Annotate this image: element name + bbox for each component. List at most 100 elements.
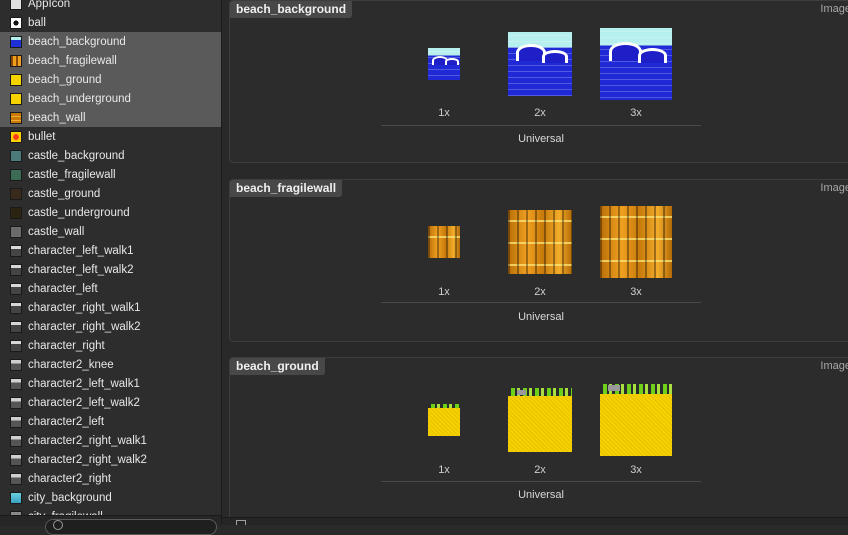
sidebar-item-label: castle_ground: [28, 187, 101, 200]
sidebar-item[interactable]: character2_right_walk1: [0, 431, 221, 450]
wave-icon: [445, 58, 459, 65]
castle-underground-thumbnail: [10, 206, 22, 219]
beach-background-thumbnail: [10, 35, 22, 48]
sidebar-item[interactable]: character2_left_walk1: [0, 374, 221, 393]
sidebar-item[interactable]: character_right_walk1: [0, 298, 221, 317]
sidebar-item-label: beach_fragilewall: [28, 54, 117, 67]
divider: [381, 481, 701, 482]
ball-thumbnail: [10, 16, 22, 29]
sidebar-item[interactable]: character_left_walk2: [0, 260, 221, 279]
character2-thumbnail: [10, 358, 22, 371]
wave-icon: [638, 48, 667, 63]
sidebar-item-label: character_left: [28, 282, 98, 295]
image-set-type: Image: [820, 360, 848, 372]
image-slot-3x[interactable]: [600, 28, 672, 100]
image-slot-3x[interactable]: [600, 384, 672, 456]
grid-icon[interactable]: [236, 520, 246, 525]
castle-ground-thumbnail: [10, 187, 22, 200]
sidebar-item[interactable]: character_right_walk2: [0, 317, 221, 336]
sidebar-item[interactable]: castle_background: [0, 146, 221, 165]
sidebar-item[interactable]: castle_underground: [0, 203, 221, 222]
sidebar-item[interactable]: character2_left_walk2: [0, 393, 221, 412]
sidebar-item-label: castle_fragilewall: [28, 168, 116, 181]
sidebar-item[interactable]: beach_wall: [0, 108, 221, 127]
sidebar-item[interactable]: character2_right_walk2: [0, 450, 221, 469]
bullet-thumbnail: [10, 130, 22, 143]
character-thumbnail: [10, 244, 22, 257]
sidebar-item[interactable]: character2_left: [0, 412, 221, 431]
sidebar-item-label: character2_left_walk1: [28, 377, 140, 390]
character2-thumbnail: [10, 434, 22, 447]
asset-detail-pane: beach_background Image 1x 2x 3x Universa…: [222, 0, 848, 525]
sidebar-item-label: beach_underground: [28, 92, 131, 105]
filter-field[interactable]: [45, 519, 217, 535]
sidebar-item-label: castle_underground: [28, 206, 130, 219]
character2-thumbnail: [10, 415, 22, 428]
sidebar-item[interactable]: castle_fragilewall: [0, 165, 221, 184]
character-thumbnail: [10, 320, 22, 333]
sidebar-item-label: beach_background: [28, 35, 126, 48]
image-slot-1x[interactable]: [428, 226, 460, 258]
sidebar-item[interactable]: character_right: [0, 336, 221, 355]
sidebar-item[interactable]: beach_background: [0, 32, 221, 51]
character-thumbnail: [10, 263, 22, 276]
image-set-beach-background[interactable]: beach_background Image 1x 2x 3x Universa…: [229, 0, 848, 163]
sidebar-item-label: character_right_walk2: [28, 320, 141, 333]
image-set-title: beach_ground: [230, 358, 325, 375]
image-slot-2x[interactable]: [508, 388, 572, 452]
sidebar-item-label: character_right_walk1: [28, 301, 141, 314]
rock-icon: [517, 390, 526, 395]
sidebar-item-label: ball: [28, 16, 46, 29]
appicon-thumbnail: [10, 0, 22, 10]
character2-thumbnail: [10, 377, 22, 390]
sidebar-item-label: character2_right: [28, 472, 112, 485]
character2-thumbnail: [10, 472, 22, 485]
sidebar-item[interactable]: city_background: [0, 488, 221, 507]
device-label: Universal: [518, 311, 564, 323]
image-slot-2x[interactable]: [508, 210, 572, 274]
image-slot-1x[interactable]: [428, 404, 460, 436]
sidebar-item[interactable]: castle_wall: [0, 222, 221, 241]
sidebar-item[interactable]: character_left_walk1: [0, 241, 221, 260]
sidebar-item[interactable]: beach_fragilewall: [0, 51, 221, 70]
sidebar-item-label: city_background: [28, 491, 112, 504]
sidebar-item[interactable]: character_left: [0, 279, 221, 298]
sidebar-item[interactable]: beach_ground: [0, 70, 221, 89]
sidebar-item[interactable]: AppIcon: [0, 0, 221, 13]
sidebar-item[interactable]: beach_underground: [0, 89, 221, 108]
image-set-title: beach_background: [230, 1, 353, 18]
wall-thumbnail: [10, 111, 22, 124]
scale-label-3x: 3x: [630, 286, 642, 298]
ground-thumbnail: [10, 73, 22, 86]
character-thumbnail: [10, 282, 22, 295]
castle-background-thumbnail: [10, 149, 22, 162]
device-label: Universal: [518, 133, 564, 145]
sidebar-item[interactable]: ball: [0, 13, 221, 32]
sidebar-item-label: beach_ground: [28, 73, 102, 86]
sidebar-item-label: character2_right_walk2: [28, 453, 147, 466]
device-label: Universal: [518, 489, 564, 501]
image-slot-1x[interactable]: [428, 48, 460, 80]
image-slot-2x[interactable]: [508, 32, 572, 96]
scale-label-2x: 2x: [534, 107, 546, 119]
scale-label-2x: 2x: [534, 464, 546, 476]
underground-thumbnail: [10, 92, 22, 105]
image-set-beach-fragilewall[interactable]: beach_fragilewall Image 1x 2x 3x Univers…: [229, 179, 848, 342]
scale-label-3x: 3x: [630, 107, 642, 119]
sidebar-item[interactable]: bullet: [0, 127, 221, 146]
scale-label-1x: 1x: [438, 107, 450, 119]
divider: [381, 302, 701, 303]
sidebar-item[interactable]: character2_right: [0, 469, 221, 488]
detail-footer: [222, 517, 848, 525]
asset-list-sidebar: AppIcon ball beach_background beach_fragile…: [0, 0, 222, 525]
sidebar-item[interactable]: character2_knee: [0, 355, 221, 374]
sidebar-item[interactable]: castle_ground: [0, 184, 221, 203]
sidebar-item-label: AppIcon: [28, 0, 71, 10]
sidebar-item-label: beach_wall: [28, 111, 86, 124]
filter-icon: [53, 520, 63, 530]
character2-thumbnail: [10, 396, 22, 409]
image-set-beach-ground[interactable]: beach_ground Image 1x 2x 3x Universal: [229, 357, 848, 525]
sidebar-item-label: bullet: [28, 130, 56, 143]
fragilewall-thumbnail: [10, 54, 22, 67]
image-slot-3x[interactable]: [600, 206, 672, 278]
